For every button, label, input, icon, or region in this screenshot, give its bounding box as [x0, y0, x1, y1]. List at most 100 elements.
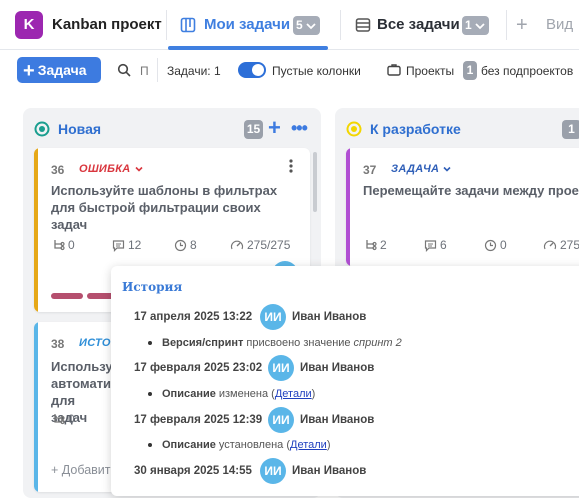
card-menu-icon[interactable]	[289, 158, 293, 174]
add-task-label: Задача	[37, 62, 87, 78]
column-new-title[interactable]: Новая	[58, 121, 101, 137]
card-type-label: ОШИБКА	[79, 163, 131, 175]
card-title[interactable]: Перемещайте задачи между проект	[363, 182, 579, 199]
subtasks-value: 0	[68, 412, 75, 426]
subtasks-count: 2	[364, 238, 387, 252]
empty-columns-toggle[interactable]	[238, 62, 266, 78]
kanban-icon	[180, 17, 196, 33]
tag-chip[interactable]	[51, 293, 83, 299]
divider	[157, 58, 158, 82]
status-to-dev-icon	[346, 121, 362, 137]
comments-count: 6	[424, 238, 447, 252]
search-input[interactable]: П	[140, 64, 152, 78]
subtasks-value: 0	[68, 238, 75, 252]
column-to-dev-count: 1	[562, 120, 579, 139]
history-user[interactable]: Иван Иванов	[292, 311, 366, 323]
change-field: Описание	[162, 439, 216, 451]
search-icon[interactable]	[117, 63, 131, 77]
history-user[interactable]: Иван Иванов	[300, 414, 374, 426]
progress-value: 275/275	[247, 238, 291, 252]
history-user[interactable]: Иван Иванов	[292, 465, 366, 477]
bullet	[148, 341, 152, 345]
history-change: Описание установлена (Детали)	[148, 439, 331, 451]
history-date: 17 апреля 2025 13:22	[134, 311, 253, 323]
task-card[interactable]: 37 ЗАДАЧА Перемещайте задачи между проек…	[346, 148, 579, 266]
tab-view[interactable]: Вид	[546, 16, 573, 33]
progress-value: 275	[560, 238, 579, 252]
more-icon[interactable]: •••	[291, 118, 308, 139]
tasks-counter: Задачи: 1	[167, 64, 221, 78]
card-title[interactable]: Используйте шаблоны в фильтрах для быстр…	[51, 182, 291, 233]
comments-count: 12	[112, 238, 141, 252]
gauge-icon	[543, 239, 557, 252]
details-link[interactable]: Детали	[275, 388, 312, 400]
active-tab-indicator	[168, 46, 328, 50]
add-card-icon[interactable]: +	[268, 115, 281, 141]
projects-filter[interactable]: Проекты	[406, 64, 454, 78]
change-value: спринт 2	[353, 337, 402, 349]
subtasks-icon	[52, 239, 65, 252]
history-date: 30 января 2025 14:55	[134, 465, 252, 477]
time-value: 8	[190, 238, 197, 252]
project-name[interactable]: Kanban проект	[52, 16, 162, 33]
gauge-icon	[230, 239, 244, 252]
tab-my-tasks[interactable]: Мои задачи	[204, 16, 290, 33]
bullet	[148, 392, 152, 396]
card-type-label: ЗАДАЧА	[391, 163, 440, 175]
card-number: 38	[51, 337, 65, 351]
details-link[interactable]: Детали	[290, 439, 327, 451]
chevron-down-icon	[474, 20, 486, 32]
add-subtask-link[interactable]: + Добавит	[51, 463, 111, 477]
progress-counter: 275	[543, 238, 579, 252]
chevron-down-icon	[305, 20, 317, 32]
bullet	[148, 443, 152, 447]
add-task-button[interactable]: + Задача	[17, 57, 101, 83]
card-number: 36	[51, 163, 65, 177]
column-new-count: 15	[244, 120, 263, 139]
chevron-down-icon	[442, 164, 452, 174]
change-action: установлена	[218, 439, 284, 451]
clock-icon	[174, 239, 187, 252]
comments-value: 6	[440, 238, 447, 252]
tab-my-tasks-count-value: 5	[296, 18, 303, 32]
divider	[340, 10, 341, 40]
card-accent-bar	[34, 148, 38, 312]
projects-count: 1	[463, 61, 477, 80]
user-avatar[interactable]: ИИ	[260, 304, 286, 330]
change-action: присвоено значение	[246, 337, 351, 349]
history-title: История	[122, 280, 183, 294]
card-accent-bar	[346, 148, 350, 266]
user-avatar[interactable]: ИИ	[268, 407, 294, 433]
list-icon	[355, 17, 371, 33]
history-date: 17 февраля 2025 23:02	[134, 362, 263, 374]
tab-all-tasks-count[interactable]: 1	[462, 16, 489, 35]
card-number: 37	[363, 163, 377, 177]
project-avatar[interactable]: K	[15, 11, 43, 39]
user-avatar[interactable]: ИИ	[268, 355, 294, 381]
time-value: 0	[500, 238, 507, 252]
history-change: Описание изменена (Детали)	[148, 388, 315, 400]
time-spent: 8	[174, 238, 197, 252]
history-user[interactable]: Иван Иванов	[300, 362, 374, 374]
card-type-label[interactable]: ИСТО	[79, 337, 111, 349]
user-avatar[interactable]: ИИ	[260, 458, 286, 484]
comment-icon	[112, 239, 125, 252]
column-to-dev-title[interactable]: К разработке	[370, 121, 461, 137]
history-change: Версия/спринт присвоено значение спринт 2	[148, 337, 402, 349]
column-scrollbar[interactable]	[313, 152, 317, 212]
tab-my-tasks-count[interactable]: 5	[293, 16, 320, 35]
comments-value: 12	[128, 238, 142, 252]
subtasks-icon	[52, 413, 65, 426]
time-spent: 0	[484, 238, 507, 252]
empty-columns-label[interactable]: Пустые колонки	[272, 64, 361, 78]
tab-all-tasks[interactable]: Все задачи	[377, 16, 460, 33]
subtasks-count: 0	[52, 412, 75, 426]
clock-icon	[484, 239, 497, 252]
card-type-selector[interactable]: ЗАДАЧА	[391, 163, 452, 175]
subtasks-icon	[364, 239, 377, 252]
no-subprojects-label[interactable]: без подпроектов	[481, 64, 573, 78]
card-type-selector[interactable]: ОШИБКА	[79, 163, 144, 175]
briefcase-icon	[387, 63, 401, 76]
add-view-icon[interactable]: +	[516, 14, 528, 37]
status-new-icon	[34, 121, 50, 137]
